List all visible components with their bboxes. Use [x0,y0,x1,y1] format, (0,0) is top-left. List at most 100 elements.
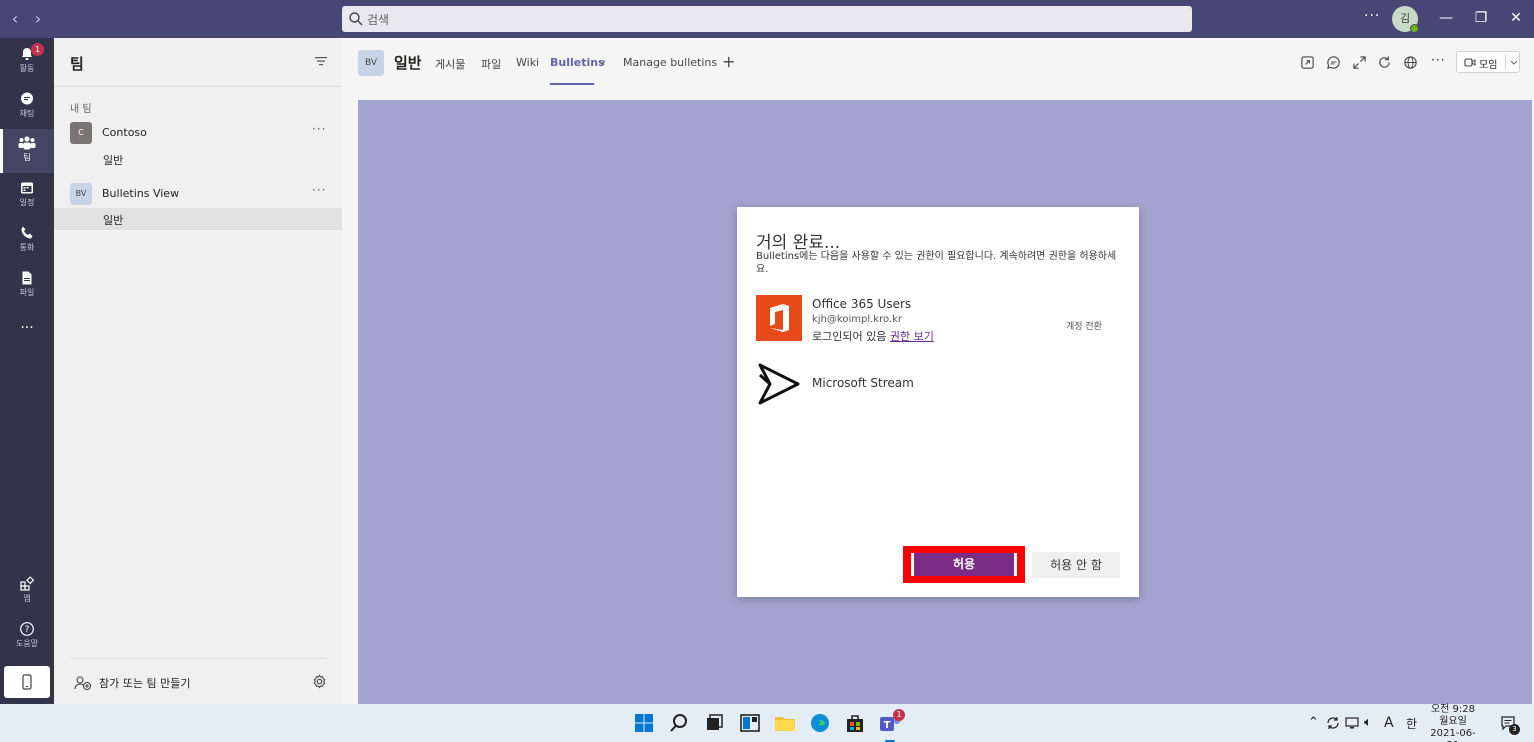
service-name: Microsoft Stream [812,376,914,390]
team-item-bulletins-view[interactable]: BV Bulletins View ··· [54,179,342,209]
account-email: kjh@koimpl.kro.kr [812,314,902,325]
tab-files[interactable]: 파일 [481,56,501,72]
store-icon[interactable] [843,711,867,735]
minimize-icon[interactable]: — [1436,8,1456,28]
rail-files[interactable]: 파일 [0,264,54,308]
task-view-icon[interactable] [702,711,726,735]
svg-text:T: T [884,720,891,731]
clock-day: 월요일 [1439,716,1467,727]
rail-more[interactable]: ··· [0,312,54,356]
switch-account-link[interactable]: 계정 전환 [1066,319,1102,332]
file-explorer-icon[interactable] [773,711,797,735]
close-icon[interactable]: ✕ [1506,8,1526,28]
settings-more-icon[interactable]: ··· [1364,8,1380,24]
rail-calls[interactable]: 통화 [0,219,54,263]
join-label: 참가 또는 팀 만들기 [99,677,191,690]
more-options-icon[interactable]: ··· [312,183,326,197]
search-icon [349,12,363,26]
download-mobile-app-button[interactable] [4,666,50,698]
tab-bulletins[interactable]: Bulletins [550,56,605,69]
open-in-app-icon[interactable] [1300,55,1315,70]
tab-manage-bulletins[interactable]: Manage bulletins [623,56,717,69]
connector-name: Office 365 Users [812,297,912,311]
sign-in-status-text: 로그인되어 있음 [812,330,887,343]
notification-center-icon[interactable]: 3 [1500,715,1520,735]
rail-label: 통화 [19,243,35,252]
add-people-icon [74,676,92,691]
tab-posts[interactable]: 게시물 [435,56,465,72]
conversation-icon[interactable] [1326,55,1341,70]
windows-start-icon[interactable] [632,711,656,735]
help-icon: ? [20,622,34,636]
sync-icon[interactable] [1326,716,1340,730]
forward-arrow-icon[interactable]: › [29,9,47,28]
search-icon[interactable] [667,711,691,735]
team-avatar: C [70,122,92,144]
system-clock[interactable]: 오전 9:28 월요일 2021-06-21 [1428,704,1478,742]
chevron-down-icon[interactable] [598,60,606,66]
video-camera-icon [1464,58,1476,67]
dialog-description: Bulletins에는 다음을 사용할 수 있는 권한이 필요합니다. 계속하려… [756,251,1117,275]
meet-button[interactable]: 모임 [1456,51,1520,73]
meet-label: 모임 [1479,60,1498,71]
panel-title: 팀 [70,55,84,73]
team-item-contoso[interactable]: C Contoso ··· [54,118,342,148]
rail-apps[interactable]: 앱 [0,570,54,614]
back-arrow-icon[interactable]: ‹ [6,9,24,28]
rail-label: 파일 [19,288,35,297]
rail-chat[interactable]: 채팅 [0,85,54,129]
tab-wiki[interactable]: Wiki [516,56,539,69]
view-permissions-link[interactable]: 권한 보기 [890,330,934,343]
edge-browser-icon[interactable] [808,711,832,735]
volume-icon[interactable]: 🔈︎ [1364,715,1372,730]
notification-count-badge: 3 [1509,724,1520,735]
presence-available-icon [1410,24,1419,33]
teams-notification-badge: 1 [893,709,905,721]
file-icon [22,271,32,285]
channel-item[interactable]: 일반 [54,148,342,170]
phone-icon [21,226,33,239]
team-avatar: BV [70,183,92,205]
ime-mode-indicator[interactable]: A [1384,715,1394,731]
rail-help[interactable]: ? 도움말 [0,615,54,659]
divider [54,86,342,87]
widgets-icon[interactable] [738,711,762,735]
globe-icon[interactable] [1403,55,1418,70]
clock-time: 오전 9:28 [1430,704,1476,715]
search-input[interactable]: 검색 [342,6,1192,32]
ime-language-indicator[interactable]: 한 [1406,715,1417,732]
title-bar: ‹ › 검색 ··· 김 — ❐ ✕ [0,0,1534,38]
allow-button[interactable]: 허용 [911,553,1017,576]
maximize-icon[interactable]: ❐ [1471,8,1491,28]
show-hidden-icons-chevron-icon[interactable]: ⌃ [1308,715,1319,730]
svg-text:?: ? [25,625,30,635]
avatar-initial: 김 [1399,12,1411,25]
chevron-down-icon[interactable] [1510,60,1518,66]
channel-avatar: BV [358,50,384,76]
teams-taskbar-icon[interactable]: T 1 [878,709,905,742]
calendar-icon [21,182,33,194]
rail-label: 일정 [19,198,35,207]
deny-button[interactable]: 허용 안 함 [1032,552,1120,578]
apps-icon [20,576,35,591]
rail-activity[interactable]: 1 활동 [0,40,54,84]
rail-teams[interactable]: 팀 [0,129,54,173]
add-tab-icon[interactable]: + [722,52,735,71]
team-name: Bulletins View [102,187,180,200]
rail-calendar[interactable]: 일정 [0,174,54,218]
avatar[interactable]: 김 [1392,6,1419,33]
more-options-icon[interactable]: ··· [1431,53,1445,67]
divider [1505,55,1506,69]
refresh-icon[interactable] [1377,55,1392,70]
chat-icon [21,92,33,105]
office-icon [770,304,789,332]
channel-title: 일반 [394,54,422,72]
filter-icon[interactable] [314,55,328,67]
network-icon[interactable] [1345,716,1359,730]
gear-icon[interactable] [312,674,327,689]
expand-icon[interactable] [1352,55,1367,70]
more-options-icon[interactable]: ··· [312,122,326,136]
channel-name: 일반 [103,154,124,167]
highlight-frame: 허용 [903,546,1025,583]
channel-item-selected[interactable]: 일반 [54,208,342,230]
